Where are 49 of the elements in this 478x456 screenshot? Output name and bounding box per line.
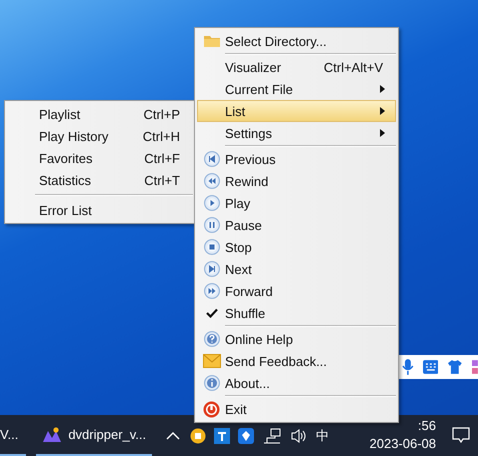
rewind-icon: [204, 173, 220, 189]
menu-item[interactable]: Previous: [197, 148, 396, 170]
menu-item[interactable]: About...: [197, 372, 396, 394]
menu-item[interactable]: Select Directory...: [197, 30, 396, 52]
menu-item[interactable]: Send Feedback...: [197, 350, 396, 372]
menu-item[interactable]: Favorites Ctrl+F: [7, 147, 193, 169]
menu-item[interactable]: Next: [197, 258, 396, 280]
taskbar-button[interactable]: dvdripper_v...: [36, 415, 152, 456]
menu-item[interactable]: Error List: [7, 199, 193, 221]
chevron-up-icon[interactable]: [166, 432, 180, 440]
menu-item[interactable]: Shuffle: [197, 302, 396, 324]
menu-item[interactable]: Forward: [197, 280, 396, 302]
notification-icon[interactable]: [452, 427, 470, 443]
info-icon: [204, 375, 220, 391]
input-method-indicator[interactable]: 中: [316, 426, 330, 444]
menu-item[interactable]: Visualizer Ctrl+Alt+V: [197, 56, 396, 78]
help-icon: [204, 331, 220, 347]
menu-item[interactable]: Rewind: [197, 170, 396, 192]
app-logo-icon: [42, 426, 62, 442]
shirt-icon[interactable]: [447, 359, 464, 375]
envelope-icon: [202, 354, 220, 368]
play-icon: [204, 195, 220, 211]
menu-item[interactable]: Pause: [197, 214, 396, 236]
menu-item[interactable]: List: [197, 100, 396, 122]
tray-app-icon[interactable]: [214, 428, 230, 444]
menu-item[interactable]: Online Help: [197, 328, 396, 350]
menu-item[interactable]: Playlist Ctrl+P: [7, 103, 193, 125]
menu-item[interactable]: Play: [197, 192, 396, 214]
stop-icon: [204, 239, 220, 255]
menu-item[interactable]: Stop: [197, 236, 396, 258]
folder-icon: [202, 34, 220, 48]
taskbar-button[interactable]: V...: [0, 415, 26, 456]
microphone-icon[interactable]: [402, 359, 414, 375]
app-icon[interactable]: [472, 360, 478, 374]
menu-item[interactable]: Exit: [197, 398, 396, 420]
shield-icon[interactable]: [238, 428, 254, 444]
menu-item[interactable]: Play History Ctrl+H: [7, 125, 193, 147]
power-icon: [203, 400, 220, 418]
speaker-icon[interactable]: [290, 428, 308, 444]
forward-icon: [204, 283, 220, 299]
pause-icon: [204, 217, 220, 233]
previous-icon: [204, 151, 220, 167]
menu-item[interactable]: Settings: [197, 122, 396, 144]
menu-item[interactable]: Statistics Ctrl+T: [7, 169, 193, 191]
next-icon: [204, 261, 220, 277]
network-icon[interactable]: [262, 428, 282, 444]
menu-item[interactable]: Current File: [197, 78, 396, 100]
keyboard-icon[interactable]: [422, 360, 438, 374]
tray-app-icon[interactable]: [190, 428, 206, 444]
